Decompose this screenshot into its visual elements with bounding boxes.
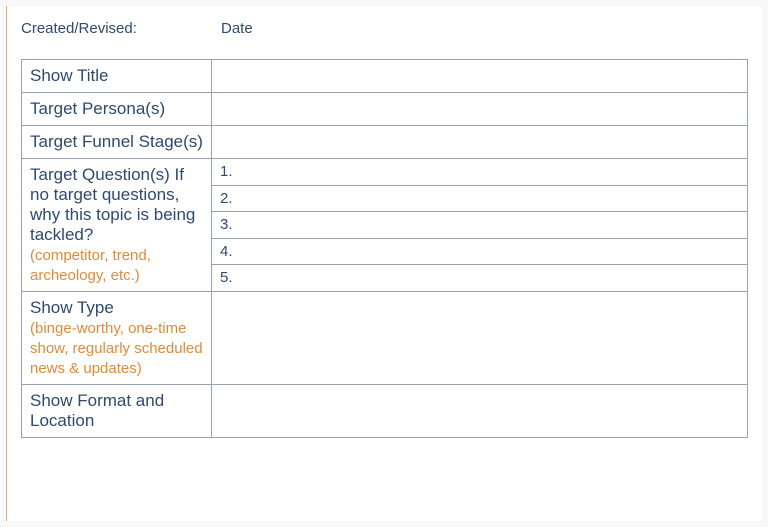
label-target-personas: Target Persona(s) (22, 93, 212, 126)
row-show-title: Show Title (22, 60, 748, 93)
created-revised-label: Created/Revised: (21, 20, 221, 37)
row-show-format: Show Format and Location (22, 385, 748, 438)
row-target-funnel: Target Funnel Stage(s) (22, 126, 748, 159)
label-target-questions-hint: (competitor, trend, archeology, etc.) (30, 247, 151, 284)
label-show-type-hint: (binge-worthy, one-time show, regularly … (30, 320, 203, 377)
label-show-type-main: Show Type (30, 298, 114, 317)
value-show-title[interactable] (212, 60, 748, 93)
label-show-type: Show Type (binge-worthy, one-time show, … (22, 292, 212, 385)
document-page: Created/Revised: Date Show Title Target … (6, 6, 762, 521)
value-target-question-1[interactable]: 1. (212, 159, 748, 186)
row-target-personas: Target Persona(s) (22, 93, 748, 126)
value-target-question-2[interactable]: 2. (212, 185, 748, 212)
value-target-question-3[interactable]: 3. (212, 212, 748, 239)
value-target-question-5[interactable]: 5. (212, 265, 748, 292)
label-show-title: Show Title (22, 60, 212, 93)
value-show-format[interactable] (212, 385, 748, 438)
label-show-format: Show Format and Location (22, 385, 212, 438)
value-show-type[interactable] (212, 292, 748, 385)
date-label: Date (221, 20, 253, 37)
row-show-type: Show Type (binge-worthy, one-time show, … (22, 292, 748, 385)
row-target-questions-1: Target Question(s) If no target question… (22, 159, 748, 186)
value-target-funnel[interactable] (212, 126, 748, 159)
label-target-questions-main: Target Question(s) If no target question… (30, 165, 195, 244)
form-table: Show Title Target Persona(s) Target Funn… (21, 59, 748, 438)
value-target-question-4[interactable]: 4. (212, 238, 748, 265)
label-target-funnel: Target Funnel Stage(s) (22, 126, 212, 159)
label-target-questions: Target Question(s) If no target question… (22, 159, 212, 292)
value-target-personas[interactable] (212, 93, 748, 126)
header-row: Created/Revised: Date (21, 20, 748, 37)
